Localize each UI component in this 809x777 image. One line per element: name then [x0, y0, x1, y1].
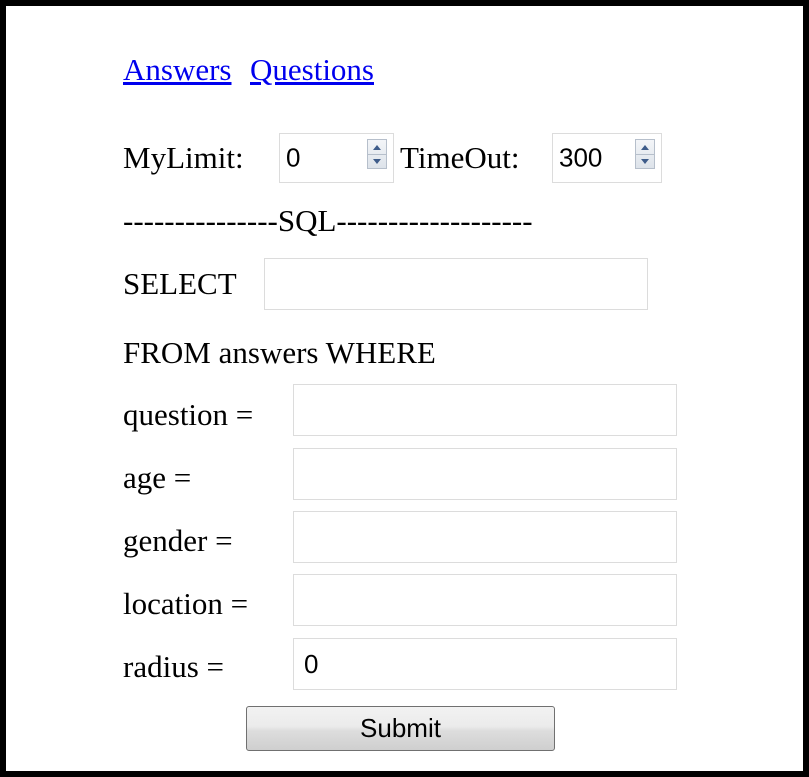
spin-down-icon[interactable] — [636, 154, 654, 168]
select-input[interactable] — [264, 258, 648, 310]
questions-link[interactable]: Questions — [250, 52, 374, 88]
from-clause: FROM answers WHERE — [123, 335, 436, 370]
question-label: question = — [123, 397, 254, 432]
age-label: age = — [123, 460, 192, 495]
location-input[interactable] — [293, 574, 677, 626]
question-input[interactable] — [293, 384, 677, 436]
gender-input[interactable] — [293, 511, 677, 563]
mylimit-label: MyLimit: — [123, 140, 244, 175]
mylimit-spinner[interactable] — [367, 139, 387, 169]
submit-button[interactable]: Submit — [246, 706, 555, 751]
radius-input[interactable]: 0 — [293, 638, 677, 690]
timeout-stepper[interactable]: 300 — [552, 133, 662, 183]
select-label: SELECT — [123, 266, 237, 301]
spin-up-icon[interactable] — [368, 140, 386, 155]
timeout-label: TimeOut: — [400, 140, 520, 175]
spin-up-icon[interactable] — [636, 140, 654, 155]
age-input[interactable] — [293, 448, 677, 500]
mylimit-stepper[interactable]: 0 — [279, 133, 394, 183]
timeout-value: 300 — [559, 142, 603, 173]
gender-label: gender = — [123, 523, 233, 558]
spin-down-icon[interactable] — [368, 154, 386, 168]
answers-link[interactable]: Answers — [123, 52, 232, 88]
sql-divider: ---------------SQL------------------- — [123, 203, 533, 238]
timeout-spinner[interactable] — [635, 139, 655, 169]
location-label: location = — [123, 586, 249, 621]
radius-label: radius = — [123, 649, 224, 684]
mylimit-value: 0 — [286, 142, 301, 173]
page-frame: Answers Questions MyLimit: 0 TimeOut: 30… — [6, 6, 803, 771]
